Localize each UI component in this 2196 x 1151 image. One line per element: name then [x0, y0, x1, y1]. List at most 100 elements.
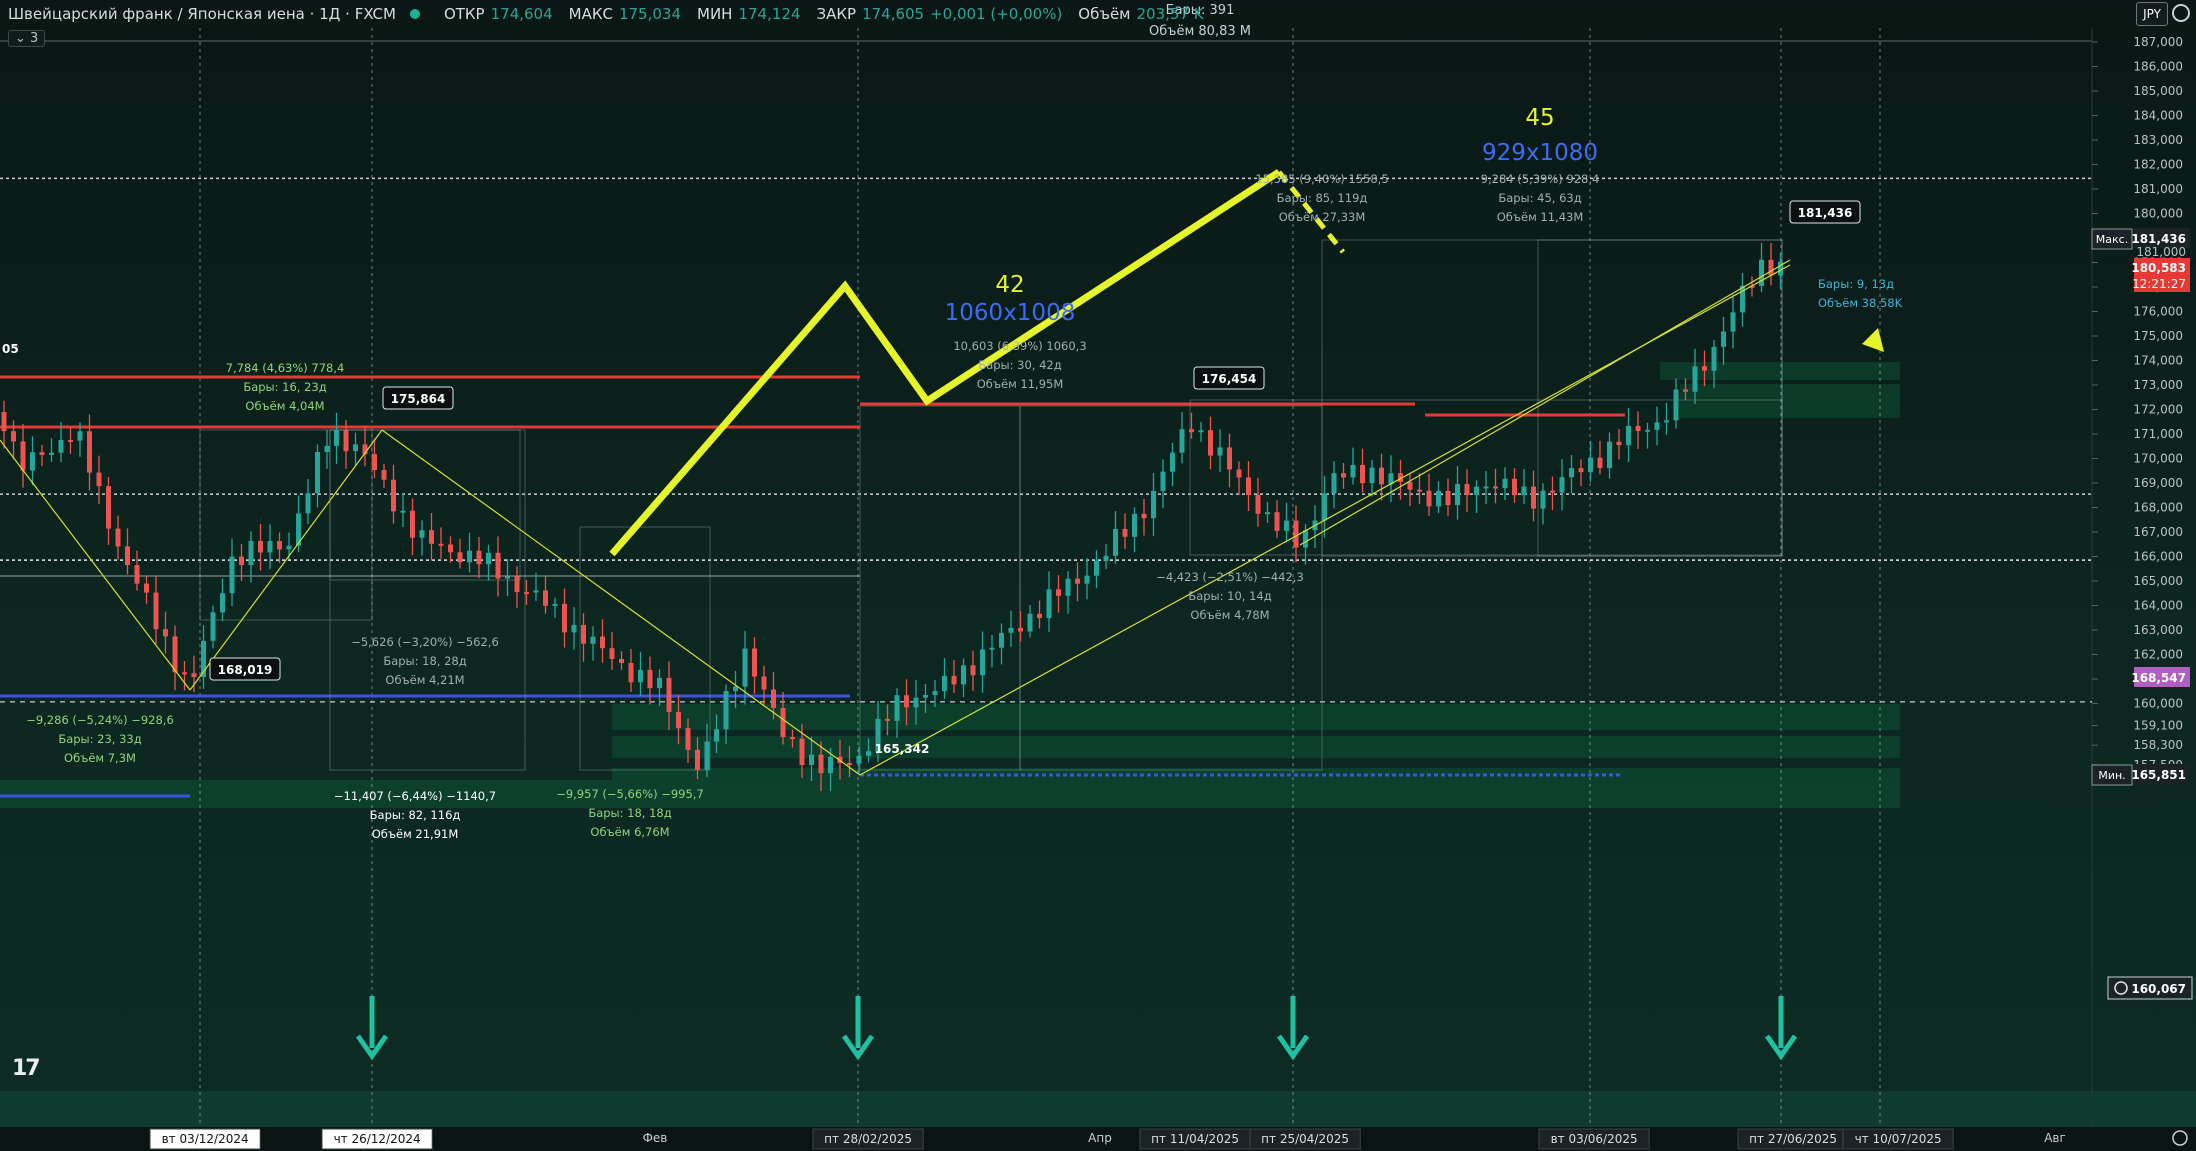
support-zone — [612, 736, 1900, 758]
candle-body — [1198, 430, 1204, 433]
y-tick-label: 175,000 — [2133, 329, 2183, 343]
candle-body — [1379, 467, 1384, 485]
candle-body — [1236, 469, 1242, 478]
chart-stage: 187,000 186,000 185,000 184,000 183,000 182,0… — [0, 0, 2196, 1151]
candle-body — [524, 592, 529, 595]
projection-arrowhead — [1862, 328, 1884, 352]
measure-bars-label: Бары: 85, 119д — [1277, 191, 1368, 205]
support-zone — [612, 704, 1900, 730]
candle-body — [514, 576, 520, 593]
indicators-collapse-button[interactable]: ⌄ 3 — [8, 30, 46, 47]
y-tick-label: 184,000 — [2133, 109, 2183, 123]
candle-body — [704, 741, 710, 770]
swing-high-label: 181,436 — [1798, 206, 1853, 220]
volume-label: Объём — [1078, 5, 1131, 23]
y-tick-label: 183,000 — [2133, 133, 2183, 147]
candle-body — [581, 624, 586, 644]
candle-body — [913, 697, 919, 708]
candle-body — [1474, 486, 1479, 495]
volume-value: 203,57 K — [1136, 5, 1204, 23]
high-value: 175,034 — [618, 5, 681, 23]
candle-body — [818, 754, 824, 774]
candle-body — [951, 675, 957, 685]
candle-body — [286, 545, 292, 550]
crosshair-price-label: 160,067 — [2131, 982, 2186, 996]
candle-body — [134, 565, 140, 584]
swing-low-label: 168,019 — [218, 663, 273, 677]
candle-body — [448, 544, 453, 553]
candle-body — [144, 583, 149, 593]
settings-icon[interactable] — [2172, 4, 2190, 22]
candle-body — [1569, 468, 1574, 478]
candle-body — [1502, 478, 1508, 489]
candle-body — [1, 412, 7, 432]
max-price-badge: 181,436 — [2131, 232, 2186, 246]
measure-value-label: 10,603 (6,39%) 1060,3 — [953, 339, 1086, 353]
symbol-title[interactable]: Швейцарский франк / Японская иена · 1Д ·… — [8, 5, 396, 23]
candle-body — [1084, 575, 1090, 584]
candle-body — [790, 737, 795, 740]
candlestick-chart[interactable]: 187,000 186,000 185,000 184,000 183,000 182,0… — [0, 0, 2196, 1151]
y-tick-label: 171,000 — [2133, 427, 2183, 441]
wave-zigzag — [609, 169, 1281, 557]
candle-body — [1407, 481, 1413, 490]
symbol-header: Швейцарский франк / Японская иена · 1Д ·… — [0, 0, 2128, 28]
candle-body — [1778, 261, 1783, 276]
x-date-label: вт 03/06/2025 — [1551, 1132, 1638, 1146]
candle-body — [1217, 447, 1223, 456]
candle-body — [1227, 447, 1232, 470]
candle-body — [410, 510, 415, 538]
high-label: МАКС — [568, 5, 613, 23]
candle-body — [1284, 520, 1289, 531]
candle-body — [486, 552, 491, 565]
measure-volume-label: Объём 7,3M — [64, 751, 136, 765]
candle-body — [761, 676, 767, 690]
candle-body — [1265, 512, 1270, 515]
currency-button[interactable]: JPY — [2136, 2, 2168, 26]
candle-body — [305, 493, 311, 514]
candle-body — [334, 430, 339, 446]
x-date-label: пт 11/04/2025 — [1151, 1132, 1239, 1146]
y-tick-label: 170,000 — [2133, 452, 2183, 466]
candle-body — [191, 673, 197, 678]
candle-body — [1531, 486, 1536, 509]
y-tick-label: 165,000 — [2133, 574, 2183, 588]
candle-body — [1350, 464, 1356, 478]
y-tick-label: 163,000 — [2133, 623, 2183, 637]
support-zone — [1680, 384, 1900, 418]
candle-body — [714, 729, 719, 742]
candle-body — [1274, 512, 1280, 531]
candle-body — [600, 636, 605, 649]
y-tick-label: 159,100 — [2133, 719, 2183, 733]
y-tick-label: 164,000 — [2133, 599, 2183, 613]
x-axis-label: Авг — [2044, 1131, 2066, 1145]
down-arrow-icon — [841, 996, 875, 1061]
candle-body — [533, 590, 539, 593]
candle-body — [419, 530, 425, 538]
candle-body — [1094, 560, 1099, 576]
footer-band — [0, 1091, 2196, 1127]
candle-body — [1455, 484, 1460, 506]
y-tick-label: 168,000 — [2133, 501, 2183, 515]
candle-body — [1664, 420, 1669, 423]
y-tick-label: 182,000 — [2133, 158, 2183, 172]
candle-body — [1303, 530, 1308, 548]
candle-body — [932, 691, 938, 696]
candle-body — [1179, 429, 1185, 453]
candle-body — [685, 728, 691, 750]
measure-value-label: −11,407 (−6,44%) −1140,7 — [334, 789, 496, 803]
edge-price-label: 05 — [2, 342, 19, 356]
y-tick-label: 181,000 — [2133, 182, 2183, 196]
candle-body — [1113, 528, 1118, 556]
candle-body — [999, 632, 1004, 648]
candle-body — [942, 675, 947, 692]
candle-body — [1445, 490, 1451, 506]
x-date-label: чт 10/07/2025 — [1855, 1132, 1942, 1146]
candle-body — [1018, 627, 1023, 632]
indicator-count: 3 — [30, 31, 39, 46]
measure-value-label: −5,626 (−3,20%) −562,6 — [351, 635, 499, 649]
candle-body — [1103, 555, 1109, 561]
candle-body — [1151, 490, 1156, 519]
x-date-label: пт 27/06/2025 — [1749, 1132, 1837, 1146]
support-zone — [0, 780, 1900, 808]
